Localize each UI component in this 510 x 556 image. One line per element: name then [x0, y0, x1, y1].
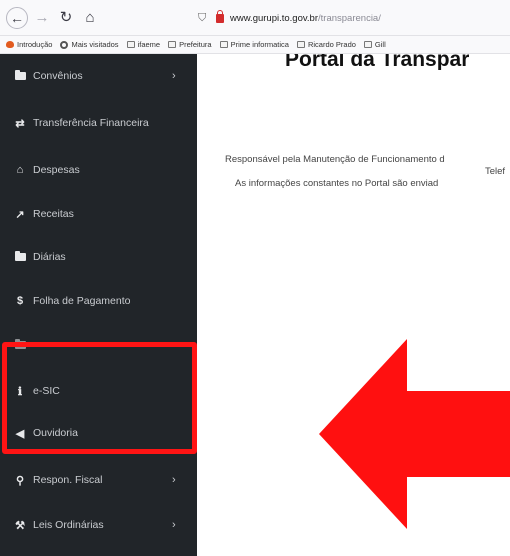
browser-toolbar: ← → ↻ ⌂ ⛉ www.gurupi.to.gov.br /transpar… [0, 0, 510, 36]
sidebar: Convênios › ⇄ Transferência Financeira ⌂… [0, 54, 197, 556]
info-line-informacoes: As informações constantes no Portal são … [235, 178, 439, 189]
bookmark-ricardo-prado[interactable]: Ricardo Prado [296, 40, 356, 49]
folder-icon [296, 41, 305, 48]
sidebar-item-folha-de-pagamento[interactable]: $ Folha de Pagamento [0, 279, 197, 323]
sidebar-item-label: Despesas [33, 164, 80, 176]
bookmark-gill[interactable]: Gill [363, 40, 386, 49]
bookmark-label: Prime informatica [230, 40, 289, 49]
reload-icon[interactable]: ↻ [56, 8, 76, 28]
folder-icon [219, 41, 228, 48]
sidebar-item-label: Transferência Financeira [33, 117, 149, 129]
fire-icon [6, 41, 14, 48]
bookmark-introducao[interactable]: Introdução [6, 40, 52, 49]
folder-icon [14, 70, 26, 82]
main-content: Portal da Transpar Responsável pela Manu… [197, 54, 510, 556]
dollar-icon: $ [16, 295, 24, 307]
bookmark-mais-visitados[interactable]: Mais visitados [60, 40, 119, 49]
bookmark-label: Gill [374, 40, 386, 49]
bookmark-prime-informatica[interactable]: Prime informatica [219, 40, 289, 49]
bookmark-ifaeme[interactable]: ifaeme [126, 40, 161, 49]
info-line-telefone: Telef [485, 166, 506, 177]
lock-icon[interactable] [216, 9, 224, 23]
bookmark-prefeitura[interactable]: Prefeitura [168, 40, 212, 49]
sidebar-item-label: Folha de Pagamento [33, 295, 131, 307]
folder-icon [363, 41, 372, 48]
bookmark-label: ifaeme [137, 40, 161, 49]
bookmark-label: Prefeitura [179, 40, 212, 49]
gavel-icon: ⚒ [15, 519, 25, 532]
page-title: Portal da Transpar [285, 54, 470, 70]
search-icon: ⚲ [15, 474, 25, 487]
bookmark-label: Ricardo Prado [307, 40, 356, 49]
address-bar[interactable]: ⛉ www.gurupi.to.gov.br /transparencia/ [198, 8, 510, 28]
home-icon[interactable]: ⌂ [80, 8, 100, 28]
sidebar-item-convenios[interactable]: Convênios › [0, 54, 197, 98]
chart-icon: ↗ [15, 208, 25, 221]
chevron-right-icon: › [172, 474, 176, 486]
url-domain: www.gurupi.to.gov.br [230, 12, 319, 24]
chevron-right-icon: › [172, 519, 176, 531]
url-path: /transparencia/ [318, 12, 381, 24]
transfer-icon: ⇄ [15, 117, 25, 130]
folder-icon [168, 41, 177, 48]
red-arrow-annotation [319, 339, 510, 529]
folder-icon [14, 251, 26, 263]
sidebar-item-label: Diárias [33, 251, 66, 263]
sidebar-item-label: Leis Ordinárias [33, 519, 104, 531]
sidebar-item-receitas[interactable]: ↗ Receitas [0, 192, 197, 236]
highlight-box [2, 342, 197, 454]
gear-icon [60, 40, 69, 49]
chevron-right-icon: › [172, 70, 176, 82]
bank-icon: ⌂ [16, 164, 24, 176]
bookmark-label: Mais visitados [71, 40, 119, 49]
sidebar-item-label: Receitas [33, 208, 74, 220]
info-line-responsavel: Responsável pela Manutenção de Funcionam… [225, 154, 445, 165]
shield-icon[interactable]: ⛉ [198, 12, 208, 24]
sidebar-item-label: Respon. Fiscal [33, 474, 103, 486]
sidebar-item-label: Convênios [33, 70, 83, 82]
folder-icon [126, 41, 135, 48]
bookmarks-bar: Introdução Mais visitados ifaeme Prefeit… [0, 36, 510, 54]
forward-arrow-icon[interactable]: → [32, 8, 52, 28]
sidebar-item-diarias[interactable]: Diárias [0, 235, 197, 279]
sidebar-item-leis-ordinarias[interactable]: ⚒ Leis Ordinárias › [0, 503, 197, 547]
sidebar-item-transferencia-financeira[interactable]: ⇄ Transferência Financeira [0, 101, 197, 145]
sidebar-item-respon-fiscal[interactable]: ⚲ Respon. Fiscal › [0, 458, 197, 502]
sidebar-item-despesas[interactable]: ⌂ Despesas [0, 148, 197, 192]
back-arrow-icon[interactable]: ← [6, 6, 28, 29]
bookmark-label: Introdução [17, 40, 53, 49]
